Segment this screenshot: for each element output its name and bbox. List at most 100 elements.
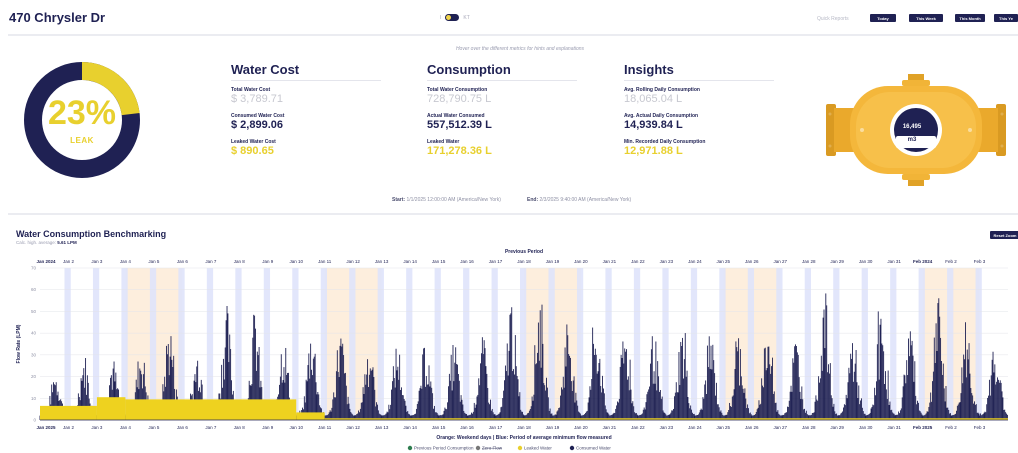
quick-reports-label: Quick Reports: [817, 16, 849, 22]
chart-top-title: Previous Period: [505, 249, 543, 255]
min-flow-band: [377, 268, 384, 420]
top-tick-label: Jan 20: [574, 259, 588, 264]
y-axis-label: Flow Rate (LPM): [16, 324, 22, 363]
insights-title: Insights: [624, 62, 774, 81]
legend-item: Zero Flow: [482, 446, 503, 451]
min-flow-band: [576, 268, 584, 420]
bottom-tick-label: Jan 22: [631, 425, 645, 430]
bottom-tick-label: Jan 3: [91, 425, 103, 430]
today-button[interactable]: Today: [870, 14, 896, 22]
top-tick-label: Jan 22: [631, 259, 645, 264]
top-tick-label: Jan 13: [375, 259, 389, 264]
period-toggle[interactable]: I KT: [440, 14, 470, 21]
top-tick-label: Jan 16: [460, 259, 474, 264]
bottom-tick-label: Jan 20: [574, 425, 588, 430]
top-tick-label: Jan 25: [717, 259, 731, 264]
bottom-tick-label: Feb 3: [974, 425, 986, 430]
min-flow-band: [633, 268, 641, 420]
top-tick-label: Jan 6: [177, 259, 189, 264]
top-tick-label: Jan 5: [148, 259, 160, 264]
avg-rolling-daily-value: 18,065.04 L: [624, 93, 683, 105]
insights-card: Insights Avg. Rolling Daily Consumption …: [624, 62, 774, 158]
min-flow-band: [520, 268, 527, 420]
bottom-tick-label: Feb 2025: [913, 425, 933, 430]
top-bar: 470 Chrysler Dr I KT Quick Reports Today…: [0, 0, 1018, 34]
bottom-tick-label: Jan 2025: [36, 425, 56, 430]
min-flow-band: [406, 268, 413, 420]
top-tick-label: Jan 2: [63, 259, 75, 264]
meter-reading: 16,495: [902, 124, 922, 130]
min-flow-band: [662, 268, 669, 420]
min-flow-band: [947, 268, 954, 420]
bottom-tick-label: Jan 6: [177, 425, 189, 430]
min-flow-band: [776, 268, 783, 420]
legend-marker-icon: [569, 445, 575, 451]
bottom-tick-label: Jan 8: [234, 425, 246, 430]
min-flow-band: [548, 268, 555, 420]
leaked-water-step: [40, 405, 97, 420]
this-week-button[interactable]: This Week: [909, 14, 943, 22]
min-flow-band: [804, 268, 811, 420]
top-divider: [8, 34, 1018, 36]
consumed-water-cost-value: $ 2,899.06: [231, 118, 283, 131]
min-flow-band: [463, 268, 470, 420]
top-tick-label: Jan 12: [346, 259, 360, 264]
bottom-tick-label: Jan 30: [859, 425, 873, 430]
bottom-tick-label: Jan 25: [717, 425, 731, 430]
bottom-tick-label: Jan 23: [660, 425, 674, 430]
y-tick-label: 60: [31, 287, 37, 292]
end-value: 2/3/2025 9:40:00 AM (America/New York): [539, 197, 632, 203]
top-tick-label: Jan 29: [830, 259, 844, 264]
legend-item: Leaked Water: [524, 446, 552, 451]
top-tick-label: Feb 2: [945, 259, 957, 264]
bottom-tick-label: Jan 31: [887, 425, 901, 430]
leaked-water-value: 171,278.36 L: [427, 144, 492, 157]
bottom-tick-label: Jan 9: [262, 425, 274, 430]
bottom-tick-label: Jan 13: [375, 425, 389, 430]
leak-label: LEAK: [70, 136, 94, 145]
reset-zoom-button[interactable]: Reset Zoom: [990, 231, 1018, 239]
top-tick-label: Jan 9: [262, 259, 274, 264]
actual-consumed-value: 557,512.39 L: [427, 118, 492, 131]
consumption-title: Consumption: [427, 62, 577, 81]
top-tick-label: Feb 2024: [913, 259, 933, 264]
start-label: Start:: [392, 197, 406, 203]
top-tick-label: Jan 14: [403, 259, 417, 264]
min-flow-band: [263, 268, 271, 420]
top-tick-label: Jan 27: [773, 259, 787, 264]
leaked-water-step: [125, 399, 297, 420]
bottom-tick-label: Jan 14: [403, 425, 417, 430]
toggle-on-label: KT: [463, 14, 470, 21]
top-tick-label: Jan 30: [859, 259, 873, 264]
min-flow-band: [64, 268, 71, 420]
legend-marker-icon: [407, 445, 413, 451]
min-flow-band: [235, 268, 242, 420]
toggle-off-label: I: [440, 14, 442, 21]
leaked-water-cost-value: $ 890.65: [231, 144, 274, 157]
this-year-button[interactable]: This Ye: [994, 14, 1018, 22]
water-cost-title: Water Cost: [231, 62, 381, 81]
bottom-tick-label: Jan 18: [517, 425, 531, 430]
meter-unit: m3: [907, 137, 917, 143]
leak-percent: 23%: [47, 94, 117, 132]
benchmark-chart[interactable]: 0 10 20 30 40 50 60 70 Flow Rate (LPM) Previous P…: [0, 244, 1018, 453]
this-month-button[interactable]: This Month: [955, 14, 985, 22]
y-tick-label: 10: [31, 396, 37, 401]
min-recorded-daily-value: 12,971.88 L: [624, 144, 683, 157]
avg-actual-daily-value: 14,939.84 L: [624, 118, 683, 131]
y-tick-label: 50: [31, 309, 37, 314]
bottom-tick-label: Jan 28: [802, 425, 816, 430]
period-end: End: 2/3/2025 9:40:00 AM (America/New Yo…: [527, 197, 631, 203]
bottom-tick-label: Jan 27: [773, 425, 787, 430]
leaked-water-step: [296, 412, 325, 420]
total-water-cost-value: $ 3,789.71: [231, 93, 283, 105]
toggle-switch-icon[interactable]: [445, 14, 460, 21]
min-flow-band: [747, 268, 755, 420]
legend-item: Consumed Water: [576, 446, 611, 451]
bottom-tick-label: Jan 24: [688, 425, 702, 430]
total-consumption-value: 728,790.75 L: [427, 93, 492, 105]
y-tick-label: 20: [31, 374, 37, 379]
top-tick-label: Jan 28: [802, 259, 816, 264]
top-tick-label: Jan 3: [91, 259, 103, 264]
min-flow-band: [149, 268, 157, 420]
